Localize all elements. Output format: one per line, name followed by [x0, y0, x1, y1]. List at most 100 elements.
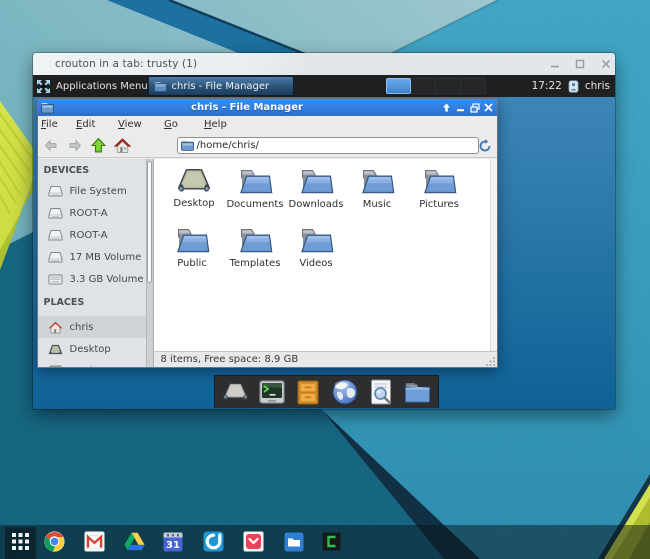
resize-grip-icon[interactable] [486, 356, 496, 366]
dock-show-desktop-button[interactable] [222, 379, 249, 406]
sidebar-item-trash[interactable]: Trash [38, 360, 153, 367]
folder-icon [154, 81, 167, 92]
menu-edit[interactable]: Edit [76, 116, 95, 134]
pocket-icon [243, 531, 264, 552]
crouton-window-title: crouton in a tab: trusty (1) [55, 58, 197, 70]
desktop-icon [48, 343, 63, 356]
workspace-2[interactable] [411, 78, 436, 94]
shelf-chrome-button[interactable] [44, 531, 65, 552]
panel-username[interactable]: chris [585, 80, 610, 92]
folder-desktop[interactable]: Desktop [164, 167, 225, 209]
xfce-desktop[interactable]: Applications Menu chris - File Manager 1… [33, 75, 615, 409]
view-scrollbar[interactable] [490, 159, 497, 351]
home-button[interactable] [111, 136, 135, 156]
shelf-files-button[interactable] [283, 531, 304, 552]
path-text[interactable]: /home/chris/ [197, 140, 259, 151]
sidebar-item-root-a-1[interactable]: ROOT-A [38, 202, 153, 224]
svg-text:31: 31 [166, 540, 180, 551]
app-finder-icon [370, 379, 392, 405]
up-button[interactable] [87, 136, 111, 156]
back-button[interactable] [39, 136, 63, 156]
workspace-pager[interactable] [386, 78, 486, 94]
shelf-blue-d-app-button[interactable] [203, 531, 224, 552]
workspace-1-active[interactable] [386, 78, 411, 94]
folder-music[interactable]: Music [347, 167, 408, 210]
file-manager-menubar: File Edit View Go Help [38, 116, 497, 134]
folder-downloads[interactable]: Downloads [286, 167, 347, 210]
folder-documents[interactable]: Documents [225, 167, 286, 210]
dock-file-cabinet-button[interactable] [295, 379, 322, 406]
panel-status-area: 17:22 chris [532, 75, 612, 97]
shelf-launcher-button[interactable] [10, 531, 31, 552]
fm-minimize-button[interactable] [455, 102, 467, 114]
folder-public[interactable]: Public [162, 226, 223, 269]
workspace-3[interactable] [436, 78, 461, 94]
taskbar-window-button[interactable]: chris - File Manager [148, 76, 294, 96]
sidebar-scrollbar[interactable] [146, 159, 153, 367]
folder-icon [237, 226, 274, 255]
shelf-gmail-button[interactable] [84, 531, 105, 552]
shelf-crosh-button[interactable] [321, 531, 342, 552]
fm-statusbar: 8 items, Free space: 8.9 GB [155, 351, 497, 367]
files-app-icon [284, 532, 304, 552]
window-controls [549, 53, 611, 75]
file-cabinet-icon [297, 380, 319, 405]
google-drive-icon [124, 532, 145, 551]
fm-icon-view[interactable]: Desktop Documents Downloads [154, 159, 497, 351]
blue-d-app-icon [203, 531, 224, 552]
shelf-calendar-button[interactable]: 31 [162, 531, 183, 552]
desktop-icon [176, 167, 212, 195]
dock-terminal-button[interactable] [258, 379, 285, 406]
file-manager-toolbar: /home/chris/ [38, 134, 497, 158]
xfce-dock [214, 375, 439, 408]
crouton-window: crouton in a tab: trusty (1) [33, 53, 615, 409]
sidebar-scrollbar-thumb[interactable] [147, 161, 152, 283]
applications-menu-button[interactable]: Applications Menu [33, 75, 155, 97]
fm-side-pane: DEVICES File System [38, 159, 154, 367]
folder-pictures[interactable]: Pictures [409, 167, 470, 210]
sidebar-item-file-system[interactable]: File System [38, 180, 153, 202]
chrome-icon [44, 531, 65, 552]
fm-close-button[interactable] [483, 102, 495, 114]
dock-web-browser-button[interactable] [331, 379, 358, 406]
folder-icon [359, 167, 396, 196]
shelf-pocket-button[interactable] [243, 531, 264, 552]
panel-clock[interactable]: 17:22 [532, 80, 562, 92]
forward-button[interactable] [63, 136, 87, 156]
file-manager-title: chris - File Manager [52, 102, 443, 113]
dock-app-finder-button[interactable] [368, 379, 395, 406]
sidebar-item-root-a-2[interactable]: ROOT-A [38, 224, 153, 246]
globe-icon [332, 379, 358, 405]
path-folder-icon [181, 140, 194, 151]
path-bar[interactable]: /home/chris/ [177, 137, 479, 154]
drive-icon [48, 207, 63, 220]
places-header: PLACES [38, 290, 153, 316]
refresh-button[interactable] [477, 137, 494, 154]
menu-go[interactable]: Go [164, 116, 178, 134]
window-close-button[interactable] [600, 59, 611, 70]
dock-file-manager-button[interactable] [404, 379, 431, 406]
folder-icon [174, 226, 211, 255]
menu-file[interactable]: File [41, 116, 58, 134]
menu-help[interactable]: Help [204, 116, 227, 134]
window-minimize-button[interactable] [549, 59, 560, 70]
workspace-4[interactable] [461, 78, 486, 94]
terminal-icon [259, 380, 285, 404]
crouton-window-titlebar[interactable]: crouton in a tab: trusty (1) [33, 53, 615, 75]
sidebar-item-desktop[interactable]: Desktop [38, 338, 153, 360]
folder-templates[interactable]: Templates [225, 226, 286, 269]
fm-maximize-button[interactable] [469, 102, 481, 114]
sidebar-item-33gb-volume[interactable]: 3.3 GB Volume [38, 268, 153, 290]
drive-icon [48, 185, 63, 198]
gmail-icon [84, 531, 105, 552]
sidebar-item-chris[interactable]: chris [38, 316, 153, 338]
folder-videos[interactable]: Videos [286, 226, 347, 269]
folder-icon [298, 226, 335, 255]
file-manager-titlebar[interactable]: chris - File Manager [38, 99, 497, 116]
menu-view[interactable]: View [118, 116, 142, 134]
shelf-drive-button[interactable] [124, 531, 145, 552]
sidebar-item-17mb-volume[interactable]: 17 MB Volume [38, 246, 153, 268]
fm-shade-button[interactable] [441, 102, 453, 114]
crosh-terminal-icon [322, 532, 341, 551]
window-maximize-button[interactable] [575, 59, 586, 70]
